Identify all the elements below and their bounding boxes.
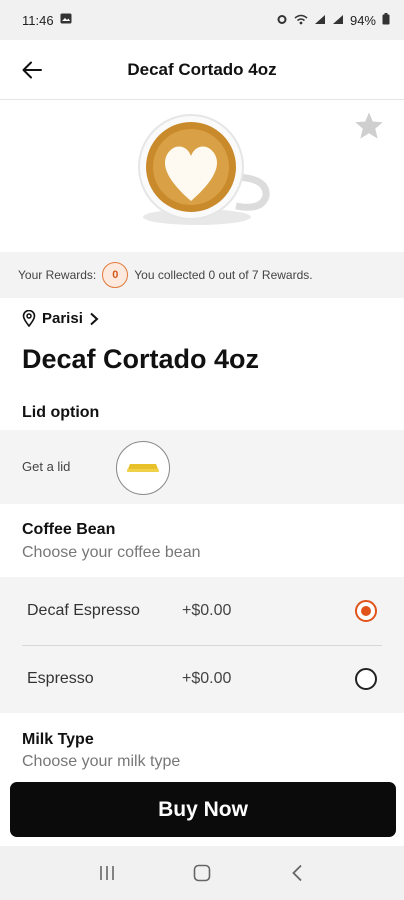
- status-bar: 11:46 94%: [0, 0, 404, 40]
- radio-unselected[interactable]: [355, 668, 377, 690]
- coffee-bean-option-espresso[interactable]: Espresso +$0.00: [0, 645, 404, 713]
- header-title: Decaf Cortado 4oz: [127, 59, 277, 79]
- rewards-message: You collected 0 out of 7 Rewards.: [134, 268, 313, 282]
- arrow-left-icon: [22, 61, 42, 79]
- coffee-bean-title: Coffee Bean: [22, 521, 116, 538]
- location-pin-icon: [22, 310, 36, 327]
- favorite-button[interactable]: [354, 111, 384, 145]
- product-hero: [0, 101, 404, 251]
- star-icon: [355, 112, 383, 139]
- option-label: Decaf Espresso: [27, 602, 140, 619]
- status-time: 11:46: [22, 12, 54, 28]
- recent-apps-icon: [100, 866, 115, 880]
- chevron-left-icon: [291, 864, 302, 882]
- status-right: 94%: [276, 12, 390, 28]
- store-selector[interactable]: Parisi: [22, 310, 99, 327]
- lid-option-panel: Get a lid: [0, 430, 404, 504]
- option-price: +$0.00: [182, 602, 232, 619]
- signal-icon-2: [332, 13, 344, 28]
- cortado-cup-image: [138, 114, 270, 225]
- back-button[interactable]: [18, 56, 46, 84]
- option-label: Espresso: [27, 670, 94, 687]
- alarm-icon: [276, 13, 288, 28]
- lid-option-label: Get a lid: [22, 459, 71, 474]
- status-left: 11:46: [22, 13, 72, 28]
- rewards-count-badge: 0: [102, 262, 129, 288]
- option-price: +$0.00: [182, 670, 232, 687]
- milk-type-subtitle: Choose your milk type: [22, 753, 181, 770]
- wifi-icon: [294, 13, 308, 28]
- gallery-notification-icon: [60, 13, 72, 27]
- coffee-bean-subtitle: Choose your coffee bean: [22, 544, 201, 561]
- system-back-button[interactable]: [277, 853, 317, 893]
- battery-percent: 94%: [349, 12, 376, 28]
- lid-icon: [127, 464, 159, 472]
- app-header: Decaf Cortado 4oz: [0, 40, 404, 100]
- chevron-right-icon: [90, 312, 99, 325]
- coffee-bean-options: Decaf Espresso +$0.00 Espresso +$0.00: [0, 577, 404, 713]
- radio-selected[interactable]: [355, 600, 377, 622]
- lid-option-button[interactable]: [116, 441, 170, 495]
- product-name: Decaf Cortado 4oz: [22, 344, 260, 374]
- signal-icon-1: [314, 13, 326, 28]
- system-nav-bar: [0, 846, 404, 900]
- home-button[interactable]: [182, 853, 222, 893]
- recent-apps-button[interactable]: [87, 853, 127, 893]
- home-icon: [193, 864, 211, 882]
- buy-now-button[interactable]: Buy Now: [10, 782, 396, 837]
- lid-option-title: Lid option: [22, 404, 100, 421]
- rewards-bar: Your Rewards: 0 You collected 0 out of 7…: [0, 252, 404, 298]
- coffee-bean-option-decaf-espresso[interactable]: Decaf Espresso +$0.00: [0, 577, 404, 646]
- rewards-label: Your Rewards:: [18, 268, 97, 282]
- milk-type-title: Milk Type: [22, 731, 94, 748]
- battery-icon: [382, 12, 390, 28]
- store-name: Parisi: [42, 310, 83, 327]
